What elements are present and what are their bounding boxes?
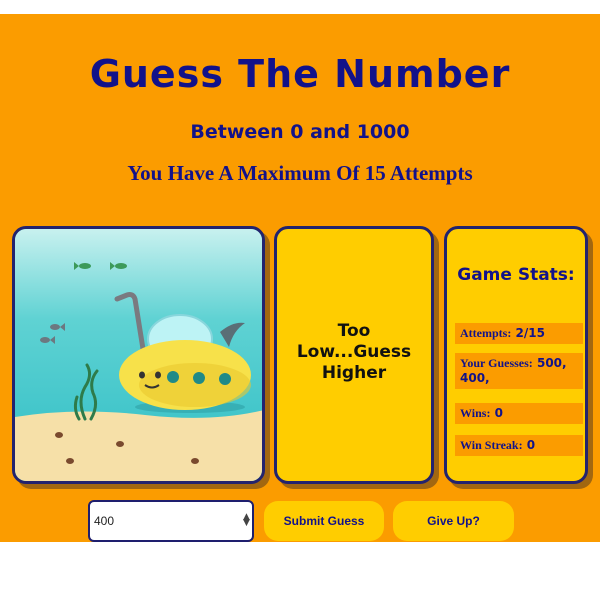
page-title: Guess The Number bbox=[89, 52, 511, 96]
stats-title: Game Stats: bbox=[457, 265, 575, 285]
underwater-illustration bbox=[15, 229, 262, 481]
stat-attempts: Attempts: 2/15 bbox=[455, 323, 583, 344]
give-up-button[interactable]: Give Up? bbox=[393, 501, 514, 541]
stat-streak-label: Win Streak: bbox=[460, 438, 523, 452]
max-attempts-note: You Have A Maximum Of 15 Attempts bbox=[127, 161, 473, 185]
stat-wins-label: Wins: bbox=[460, 406, 491, 420]
stat-wins: Wins: 0 bbox=[455, 403, 583, 424]
stat-win-streak: Win Streak: 0 bbox=[455, 435, 583, 456]
submarine-scene-panel bbox=[12, 226, 265, 484]
submarine-icon bbox=[119, 340, 251, 410]
stat-guesses: Your Guesses: 500, 400, bbox=[455, 353, 583, 389]
number-spinner-icon[interactable]: ▲ ▼ bbox=[243, 513, 250, 528]
stat-attempts-value: 2/15 bbox=[515, 326, 545, 340]
game-stats-panel: Game Stats: Attempts: 2/15 Your Guesses:… bbox=[444, 226, 588, 484]
submit-guess-button[interactable]: Submit Guess bbox=[264, 501, 384, 541]
stat-guesses-label: Your Guesses: bbox=[460, 356, 533, 370]
guess-number-input[interactable] bbox=[88, 500, 254, 542]
sand-floor bbox=[15, 410, 262, 481]
feedback-panel: Too Low...Guess Higher bbox=[274, 226, 434, 484]
feedback-message: Too Low...Guess Higher bbox=[296, 321, 412, 383]
stat-wins-value: 0 bbox=[494, 406, 504, 420]
stat-streak-value: 0 bbox=[526, 438, 536, 452]
stat-attempts-label: Attempts: bbox=[460, 326, 512, 340]
range-subtitle: Between 0 and 1000 bbox=[190, 121, 410, 143]
